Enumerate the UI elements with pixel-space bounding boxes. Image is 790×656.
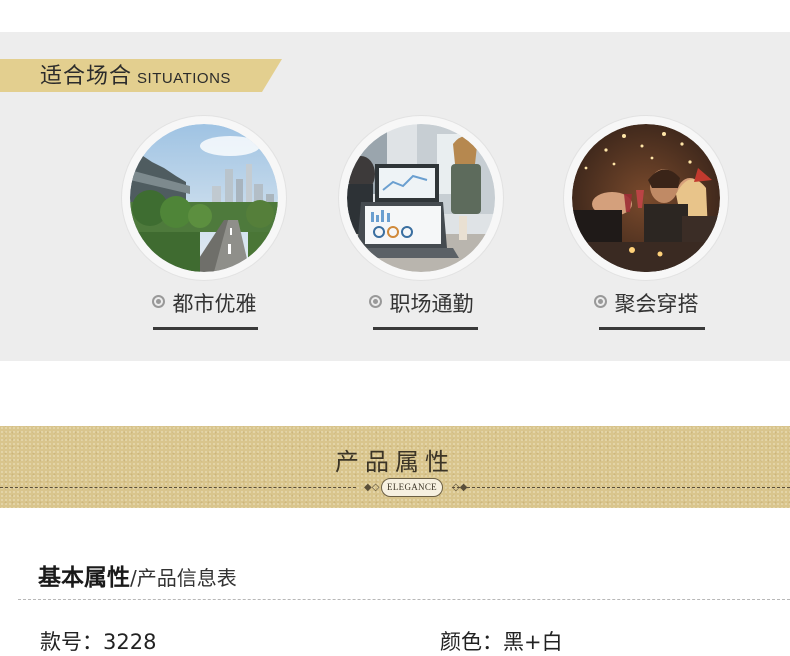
city-illustration — [130, 124, 278, 272]
party-toast-photo — [564, 116, 728, 280]
scene-label-text: 都市优雅 — [172, 292, 257, 316]
situations-title-cn: 适合场合 — [40, 64, 133, 89]
situations-title-en: SITUATIONS — [137, 70, 231, 87]
situations-banner: 适合场合 SITUATIONS — [0, 59, 282, 92]
scene-label-text: 聚会穿搭 — [614, 292, 699, 316]
basic-divider — [18, 599, 790, 600]
office-laptop-photo — [339, 116, 503, 280]
basic-title-sub: /产品信息表 — [130, 566, 237, 590]
field-value: 3228 — [103, 630, 157, 654]
dashed-divider-right — [452, 487, 790, 488]
attributes-title: 产品属性 — [335, 448, 455, 476]
party-illustration — [572, 124, 720, 272]
scene-label-city: 都市优雅 — [92, 290, 316, 318]
ornament-left-icon: ◆◇ — [364, 482, 380, 493]
basic-title-main: 基本属性 — [38, 565, 130, 591]
scene-label-party: 聚会穿搭 — [534, 290, 758, 318]
field-label: 颜色： — [440, 630, 503, 654]
city-skyline-photo — [122, 116, 286, 280]
scene-underline — [153, 327, 258, 330]
scene-underline — [373, 327, 478, 330]
basic-attributes-heading: 基本属性/产品信息表 — [38, 558, 237, 592]
field-label: 款号： — [40, 630, 103, 654]
scene-label-text: 职场通勤 — [389, 292, 474, 316]
field-color: 颜色：黑+白 — [440, 626, 563, 656]
circle-bullet-icon — [151, 295, 165, 308]
product-attributes-banner: 产品属性 ◆◇ ◇◆ ELEGANCE — [0, 426, 790, 508]
situations-section: 适合场合 SITUATIONS 都市优雅 职场通勤 聚会穿搭 — [0, 32, 790, 361]
circle-bullet-icon — [368, 295, 382, 308]
situations-title: 适合场合 SITUATIONS — [40, 60, 231, 93]
scene-underline — [599, 327, 705, 330]
circle-bullet-icon — [593, 295, 607, 308]
field-value: 黑+白 — [503, 630, 563, 654]
dashed-divider-left — [0, 487, 356, 488]
scene-label-office: 职场通勤 — [309, 290, 533, 318]
elegance-badge: ELEGANCE — [381, 478, 443, 497]
office-illustration — [347, 124, 495, 272]
ornament-right-icon: ◇◆ — [452, 482, 468, 493]
field-style-number: 款号：3228 — [40, 626, 156, 656]
